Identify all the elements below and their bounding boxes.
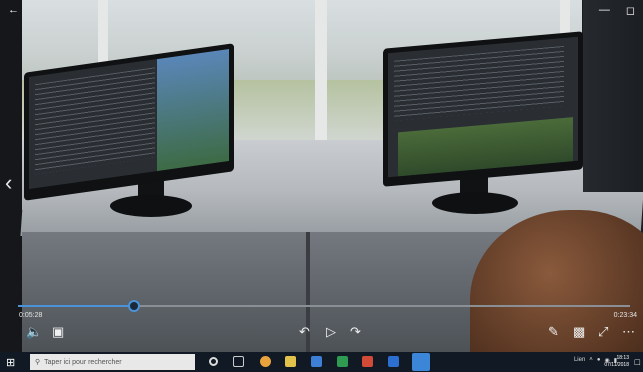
play-button[interactable]: ▷ (326, 325, 336, 339)
right-monitor-screen (388, 36, 578, 178)
clock-date: 07/11/2018 (604, 362, 629, 368)
rewind-icon: ↶ (299, 324, 310, 339)
rewind-button[interactable]: ↶ (299, 325, 310, 339)
notification-center-icon[interactable]: □ (635, 357, 640, 367)
speaker-icon: 🔈 (26, 324, 43, 339)
forward-icon: ↷ (350, 324, 361, 339)
subtitles-button[interactable]: ▣ (52, 325, 64, 339)
chrome-icon[interactable] (260, 356, 271, 367)
windows-logo-icon: ⊞ (6, 357, 16, 369)
powerpoint-icon[interactable] (362, 356, 373, 367)
miniview-button[interactable]: ▩ (573, 325, 585, 339)
chevron-up-icon[interactable]: ˄ (589, 357, 593, 364)
taskbar: ⊞ ⚲ Taper ici pour rechercher Lien ˄ ● ◉… (0, 352, 643, 372)
chevron-left-icon: ‹ (5, 170, 13, 195)
pencil-icon: ✎ (548, 324, 559, 339)
volume-button[interactable]: 🔈 (26, 325, 42, 339)
total-duration: 0:23:34 (613, 312, 637, 319)
console-text (394, 45, 564, 121)
forward-button[interactable]: ↷ (350, 325, 361, 339)
store-icon[interactable] (311, 356, 322, 367)
clock-time: 18:13 (616, 355, 629, 361)
picture-in-picture-icon: ▩ (573, 324, 586, 339)
movies-tv-icon[interactable] (412, 353, 430, 371)
start-button[interactable]: ⊞ (6, 356, 15, 369)
caption-icon: ▣ (52, 324, 65, 339)
language-indicator[interactable]: Lien (574, 357, 585, 364)
back-button[interactable]: ← (8, 4, 19, 16)
seek-bar-fill (18, 305, 135, 307)
monitor-base (110, 195, 192, 217)
game-viewport (157, 48, 229, 172)
task-view-icon[interactable] (233, 356, 244, 367)
console-text (35, 67, 155, 175)
minimize-button[interactable]: — (599, 4, 610, 17)
window-controls: — ◻ (599, 4, 635, 17)
ellipsis-icon: ⋯ (622, 324, 635, 339)
excel-icon[interactable] (337, 356, 348, 367)
restore-button[interactable]: ◻ (626, 4, 635, 17)
taskbar-clock[interactable]: 18:13 07/11/2018 (604, 355, 629, 369)
monitor-base (432, 192, 518, 214)
previous-button[interactable]: ‹ (5, 170, 12, 196)
seek-bar[interactable] (18, 300, 630, 312)
cortana-icon[interactable] (209, 357, 218, 366)
taskbar-search[interactable]: ⚲ Taper ici pour rechercher (30, 354, 195, 370)
game-viewport (398, 117, 573, 177)
play-icon: ▷ (326, 324, 336, 339)
more-options-button[interactable]: ⋯ (622, 325, 635, 339)
right-monitor (383, 31, 583, 187)
search-icon: ⚲ (35, 359, 41, 366)
fullscreen-button[interactable]: ⤢ (598, 325, 608, 339)
network-icon[interactable]: ● (597, 357, 601, 364)
video-frame[interactable] (0, 0, 643, 352)
arrow-left-icon: ← (8, 4, 19, 16)
edit-button[interactable]: ✎ (548, 325, 559, 339)
expand-icon: ⤢ (598, 324, 609, 339)
word-icon[interactable] (388, 356, 399, 367)
search-placeholder: Taper ici pour rechercher (44, 358, 122, 366)
left-monitor-screen (29, 48, 229, 190)
file-explorer-icon[interactable] (285, 356, 296, 367)
window-frame (315, 0, 327, 140)
elapsed-time: 0:05:28 (19, 312, 43, 319)
